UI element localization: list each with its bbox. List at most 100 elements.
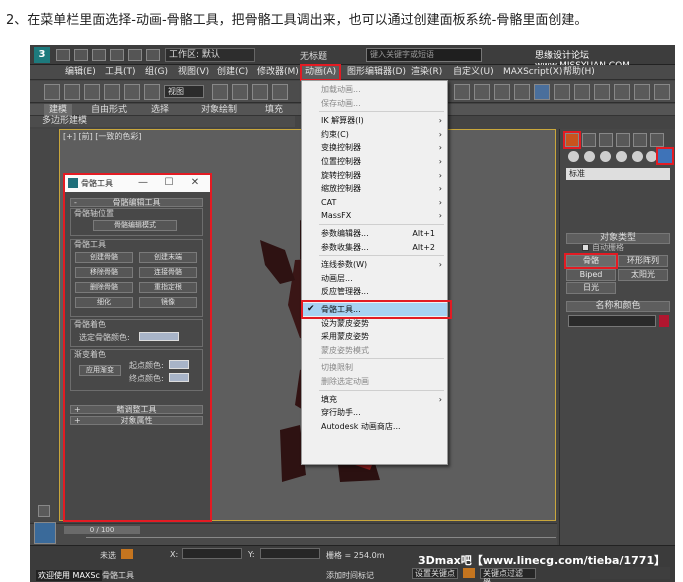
render-production-icon[interactable]	[634, 84, 650, 100]
animation-menu-item[interactable]: 位置控制器 ›	[302, 155, 447, 168]
shapes-icon[interactable]	[584, 151, 595, 162]
maximize-icon[interactable]: ☐	[161, 176, 177, 190]
animation-menu-item[interactable]: 穿行助手...	[302, 406, 447, 419]
animation-menu-item[interactable]: MassFX ›	[302, 209, 447, 222]
start-color-swatch[interactable]	[169, 360, 189, 369]
systems-icon[interactable]	[656, 147, 674, 165]
key-icon[interactable]	[463, 568, 475, 578]
lights-icon[interactable]	[600, 151, 611, 162]
modify-panel-icon[interactable]	[582, 133, 596, 147]
rollout-bone-edit[interactable]: - 骨骼编辑工具	[70, 198, 203, 207]
ring-array-button[interactable]: 环形阵列	[618, 255, 668, 267]
animation-menu-item[interactable]: 反应管理器...	[302, 285, 447, 298]
menu-create[interactable]: 创建(C)	[214, 66, 251, 79]
delete-bone-button[interactable]: 删除骨骼	[75, 282, 133, 293]
daylight-button[interactable]: 日光	[566, 282, 616, 294]
animation-menu-item[interactable]: 参数编辑器... Alt+1	[302, 227, 447, 240]
undo-tool-icon[interactable]	[44, 84, 60, 100]
animation-menu-item[interactable]: 旋转控制器 ›	[302, 169, 447, 182]
animation-menu-item[interactable]: 参数收集器... Alt+2	[302, 241, 447, 254]
close-icon[interactable]: ✕	[187, 176, 203, 190]
selected-bone-color-swatch[interactable]	[139, 332, 179, 341]
scale-icon[interactable]	[144, 84, 160, 100]
refine-button[interactable]: 细化	[75, 297, 133, 308]
menu-edit[interactable]: 编辑(E)	[62, 66, 99, 79]
animation-menu-item[interactable]: 缩放控制器 ›	[302, 182, 447, 195]
spacewarps-icon[interactable]	[646, 151, 657, 162]
helpers-icon[interactable]	[632, 151, 643, 162]
mirror-icon[interactable]	[454, 84, 470, 100]
sunlight-button[interactable]: 太阳光	[618, 269, 668, 281]
animation-menu-item[interactable]: 约束(C) ›	[302, 128, 447, 141]
render-setup-icon[interactable]	[574, 84, 590, 100]
reference-coord-dropdown[interactable]: 视图	[164, 85, 204, 98]
pivot-icon[interactable]	[212, 84, 228, 100]
maxscript-listener[interactable]: 欢迎使用 MAXSc	[36, 570, 102, 581]
rollout-fin[interactable]: + 鳍调整工具	[70, 405, 203, 414]
bone-edit-mode-button[interactable]: 骨骼编辑模式	[93, 220, 177, 231]
move-icon[interactable]	[232, 84, 248, 100]
schematic-view-icon[interactable]	[534, 84, 550, 100]
menu-customize[interactable]: 自定义(U)	[450, 66, 497, 79]
menu-maxscript[interactable]: MAXScript(X)	[500, 66, 565, 79]
time-slider[interactable]: 0 / 100	[64, 526, 140, 534]
animation-menu-item[interactable]: 变换控制器 ›	[302, 141, 447, 154]
set-key-button[interactable]: 设置关键点	[412, 568, 458, 579]
object-name-field[interactable]	[568, 315, 656, 327]
add-time-tag[interactable]: 添加时间标记	[326, 570, 374, 581]
rotate-icon[interactable]	[124, 84, 140, 100]
create-bones-button[interactable]: 创建骨骼	[75, 252, 133, 263]
tab-object-paint[interactable]: 对象绘制	[196, 104, 242, 116]
rollout-object-props[interactable]: + 对象属性	[70, 416, 203, 425]
select-icon[interactable]	[84, 84, 100, 100]
motion-panel-icon[interactable]	[616, 133, 630, 147]
app-logo[interactable]: 3	[34, 47, 50, 63]
viewport-label[interactable]: [+] [前] [一致的色彩]	[63, 131, 142, 142]
animation-menu-item[interactable]: 采用蒙皮姿势	[302, 330, 447, 343]
menu-animation[interactable]: 动画(A)	[299, 64, 342, 81]
layer-icon[interactable]	[494, 84, 510, 100]
lock-selection-icon[interactable]	[121, 549, 133, 559]
create-end-button[interactable]: 创建末端	[139, 252, 197, 263]
menu-help[interactable]: 帮助(H)	[560, 66, 598, 79]
reassign-root-button[interactable]: 重指定根	[139, 282, 197, 293]
menu-modifiers[interactable]: 修改器(M)	[254, 66, 302, 79]
minimize-icon[interactable]: —	[135, 176, 151, 190]
animation-menu-item[interactable]: 连线参数(W) ›	[302, 258, 447, 271]
undo-icon[interactable]	[110, 49, 124, 61]
redo-icon[interactable]	[128, 49, 142, 61]
render-icon[interactable]	[614, 84, 630, 100]
align-icon[interactable]	[474, 84, 490, 100]
menu-group[interactable]: 组(G)	[142, 66, 171, 79]
animation-menu-item[interactable]: Autodesk 动画商店...	[302, 420, 447, 433]
select-link-icon[interactable]	[64, 84, 80, 100]
tab-freeform[interactable]: 自由形式	[86, 104, 132, 116]
save-file-icon[interactable]	[92, 49, 106, 61]
project-folder-icon[interactable]	[146, 49, 160, 61]
snap-icon[interactable]	[252, 84, 268, 100]
x-coord-field[interactable]	[182, 548, 242, 559]
expand-arrow-icon[interactable]	[38, 505, 50, 517]
remove-bone-button[interactable]: 移除骨骼	[75, 267, 133, 278]
animation-menu-item[interactable]: 填充 ›	[302, 393, 447, 406]
workspace-dropdown[interactable]: 工作区: 默认	[165, 48, 255, 62]
create-panel-icon[interactable]	[563, 131, 581, 149]
connect-bones-button[interactable]: 连接骨骼	[139, 267, 197, 278]
mirror-button[interactable]: 镜像	[139, 297, 197, 308]
geometry-icon[interactable]	[568, 151, 579, 162]
menu-rendering[interactable]: 渲染(R)	[408, 66, 445, 79]
key-filters-button[interactable]: 关键点过滤器...	[480, 568, 536, 582]
menu-graph-editors[interactable]: 图形编辑器(D)	[344, 66, 409, 79]
angle-snap-icon[interactable]	[272, 84, 288, 100]
teapot-icon[interactable]	[654, 84, 670, 100]
bone-tools-titlebar[interactable]: 骨骼工具 — ☐ ✕	[65, 175, 210, 192]
utilities-panel-icon[interactable]	[650, 133, 664, 147]
frame-ruler[interactable]	[86, 537, 556, 545]
menu-views[interactable]: 视图(V)	[175, 66, 212, 79]
animation-menu-item[interactable]: 动画层...	[302, 272, 447, 285]
mini-listener-icon[interactable]	[34, 522, 56, 544]
rollout-name-color[interactable]: 名称和颜色	[566, 301, 670, 312]
render-frame-icon[interactable]	[594, 84, 610, 100]
open-file-icon[interactable]	[74, 49, 88, 61]
display-panel-icon[interactable]	[633, 133, 647, 147]
